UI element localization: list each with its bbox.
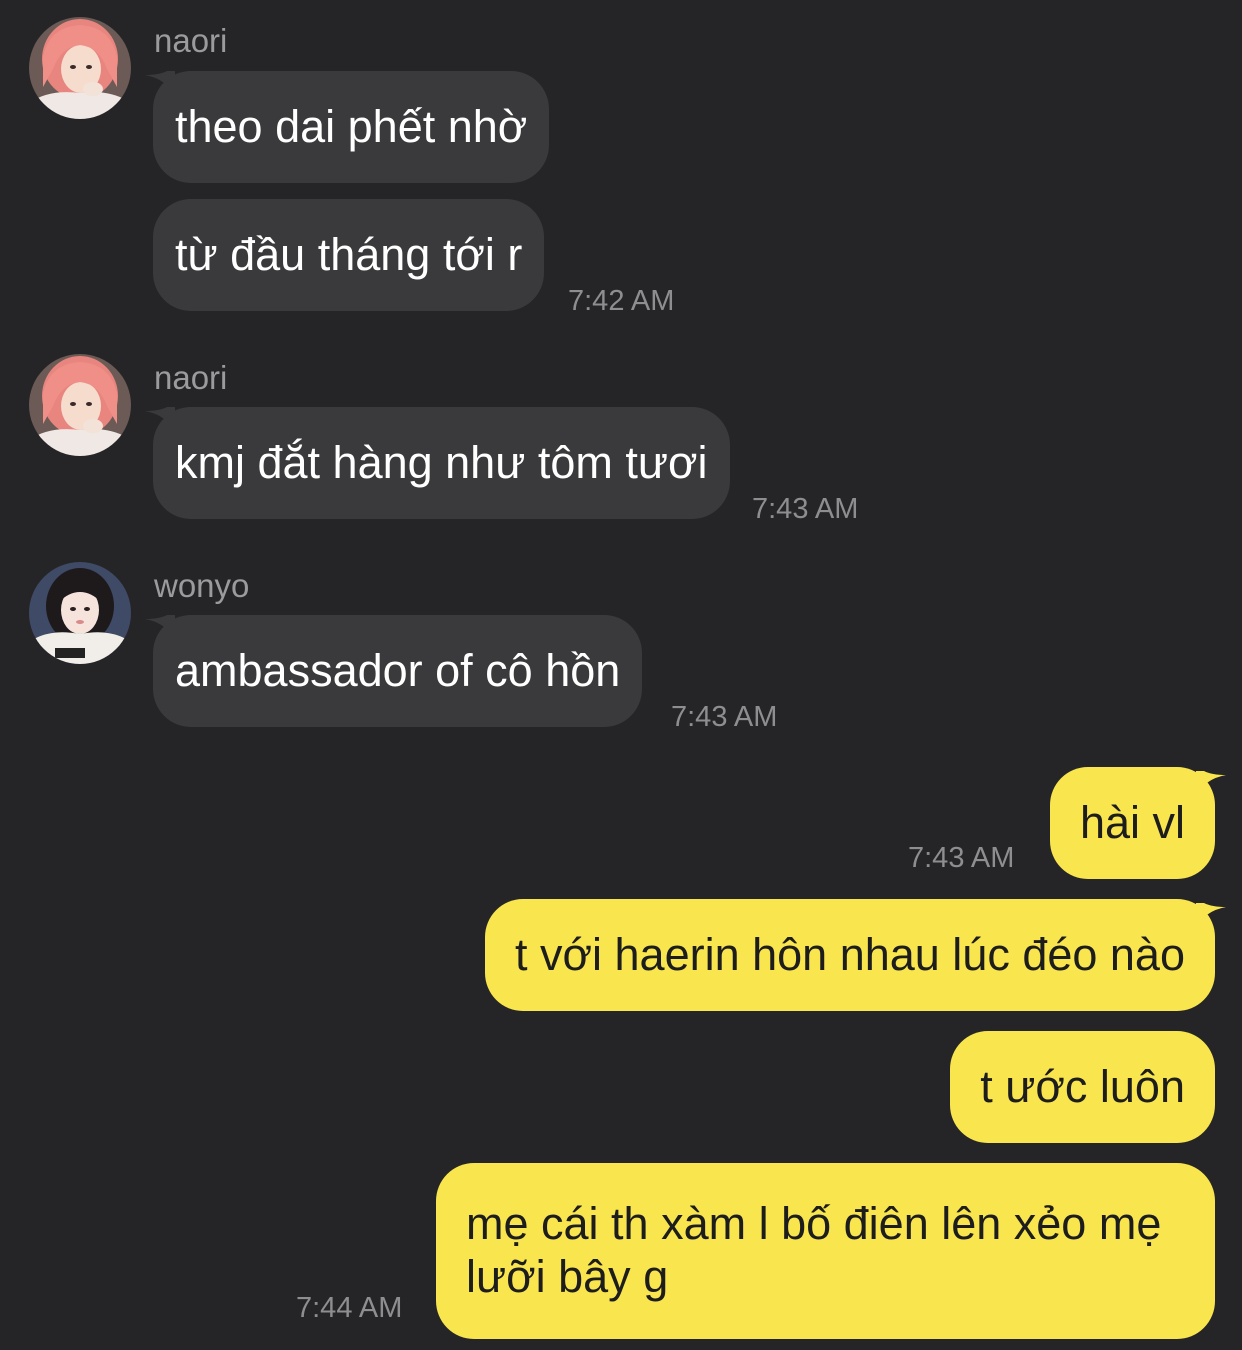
message-bubble[interactable]: theo dai phết nhờ bbox=[153, 71, 550, 183]
sender-name: wonyo bbox=[154, 567, 250, 604]
message-text: t với haerin hôn nhau lúc đéo nào bbox=[515, 929, 1185, 980]
sender-name: naori bbox=[154, 359, 228, 396]
bubble-tail-icon bbox=[145, 407, 175, 433]
pink-hair-avatar-icon bbox=[29, 354, 131, 456]
message-timestamp: 7:43 AM bbox=[908, 842, 1015, 874]
message-bubble[interactable]: t ước luôn bbox=[950, 1031, 1215, 1143]
message-text: từ đầu tháng tới r bbox=[175, 229, 523, 280]
message-bubble[interactable]: ambassador of cô hồn bbox=[153, 615, 643, 727]
message-text: kmj đắt hàng như tôm tươi bbox=[175, 437, 708, 488]
message-bubble[interactable]: từ đầu tháng tới r bbox=[153, 199, 545, 311]
bubble-tail-icon bbox=[1196, 903, 1226, 929]
message-text: ambassador of cô hồn bbox=[175, 645, 621, 696]
message-timestamp: 7:44 AM bbox=[296, 1292, 403, 1324]
message-timestamp: 7:43 AM bbox=[752, 493, 859, 525]
message-bubble[interactable]: hài vl bbox=[1049, 767, 1215, 879]
message-bubble[interactable]: t với haerin hôn nhau lúc đéo nào bbox=[485, 899, 1215, 1011]
message-timestamp: 7:42 AM bbox=[568, 285, 675, 317]
message-text: hài vl bbox=[1079, 797, 1185, 848]
message-bubble[interactable]: kmj đắt hàng như tôm tươi bbox=[153, 407, 730, 519]
message-text: theo dai phết nhờ bbox=[175, 101, 528, 152]
dark-hair-avatar-icon bbox=[29, 562, 131, 664]
message-text: mẹ cái th xàm l bố điên lên xẻo mẹ lưỡi … bbox=[466, 1198, 1162, 1302]
bubble-tail-icon bbox=[145, 71, 175, 97]
wonyo-avatar[interactable] bbox=[29, 562, 131, 664]
message-text: t ước luôn bbox=[980, 1061, 1185, 1112]
message-bubble[interactable]: mẹ cái th xàm l bố điên lên xẻo mẹ lưỡi … bbox=[436, 1163, 1215, 1339]
chat-thread: naori theo dai phết nhờ từ đầu tháng tới… bbox=[0, 0, 1242, 1350]
pink-hair-avatar-icon bbox=[29, 17, 131, 119]
message-timestamp: 7:43 AM bbox=[671, 701, 778, 733]
naori-avatar[interactable] bbox=[29, 17, 131, 119]
bubble-tail-icon bbox=[1196, 771, 1226, 797]
bubble-tail-icon bbox=[145, 615, 175, 641]
sender-name: naori bbox=[154, 22, 228, 59]
naori-avatar[interactable] bbox=[29, 354, 131, 456]
